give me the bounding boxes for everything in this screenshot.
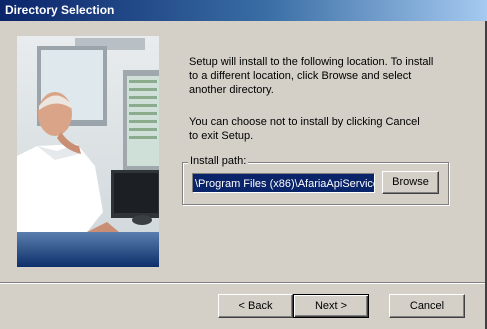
back-button[interactable]: < Back	[218, 294, 293, 318]
side-banner-image	[17, 36, 159, 267]
footer-separator	[0, 282, 485, 284]
cancel-button-label: Cancel	[409, 300, 445, 312]
window-title: Directory Selection	[5, 3, 115, 17]
next-button[interactable]: Next >	[293, 294, 369, 318]
install-path-value: \Program Files (x86)\AfariaApiService\	[195, 178, 375, 190]
office-worker-illustration	[17, 36, 159, 267]
browse-button[interactable]: Browse	[382, 171, 439, 194]
install-location-description: Setup will install to the following loca…	[189, 56, 434, 96]
cancel-button[interactable]: Cancel	[389, 294, 465, 318]
title-bar: Directory Selection	[0, 0, 487, 21]
back-button-label: < Back	[238, 300, 273, 312]
next-button-label: Next >	[314, 300, 348, 312]
install-path-field[interactable]: \Program Files (x86)\AfariaApiService\	[192, 173, 375, 193]
install-path-label: Install path:	[188, 155, 249, 168]
cancel-instructions: You can choose not to install by clickin…	[189, 116, 420, 142]
browse-button-label: Browse	[392, 176, 429, 188]
